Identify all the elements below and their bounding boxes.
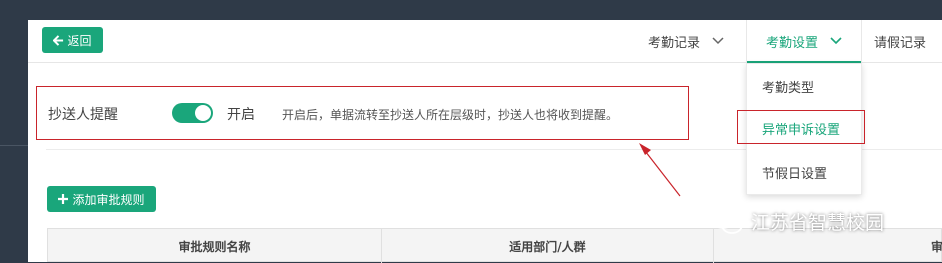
toggle-state-text: 开启 <box>227 107 255 123</box>
wechat-icon <box>711 209 743 234</box>
add-approval-rule-button[interactable]: 添加审批规则 <box>47 186 156 212</box>
divider-line <box>0 145 28 146</box>
tab-attendance-settings-label: 考勤设置 <box>765 35 818 51</box>
menu-item-attendance-type[interactable]: 考勤类型 <box>747 71 861 101</box>
menu-item-label: 考勤类型 <box>762 80 815 96</box>
chevron-down-icon <box>830 37 842 45</box>
tab-attendance-settings[interactable]: 考勤设置 <box>746 20 862 63</box>
add-approval-rule-label: 添加审批规则 <box>72 192 145 207</box>
highlight-box <box>737 110 865 144</box>
reminder-toggle[interactable] <box>172 103 213 123</box>
tab-attendance-records[interactable]: 考勤记录 <box>648 20 724 62</box>
top-nav-bar: 返回 考勤记录 考勤设置 请假记录 <box>28 20 942 63</box>
tab-leave-records[interactable]: 请假记录 <box>874 20 926 62</box>
column-header: 审批规则名称 <box>48 229 382 263</box>
menu-item-holiday-settings[interactable]: 节假日设置 <box>747 157 861 187</box>
reminder-setting-box: 抄送人提醒 开启 开启后，单据流转至抄送人所在层级时，抄送人也将收到提醒。 <box>36 86 689 140</box>
chevron-down-icon <box>712 37 724 45</box>
toggle-knob <box>195 105 211 121</box>
arrow-left-icon <box>53 34 64 46</box>
back-button[interactable]: 返回 <box>42 27 103 53</box>
watermark-text: 江苏省智慧校园 <box>751 211 885 234</box>
tab-attendance-records-label: 考勤记录 <box>648 35 701 51</box>
tab-leave-records-label: 请假记录 <box>874 35 927 51</box>
settings-dropdown-menu: 考勤类型 异常申诉设置 节假日设置 <box>737 63 865 195</box>
outer-background <box>0 0 28 262</box>
back-button-label: 返回 <box>67 33 92 48</box>
reminder-label: 抄送人提醒 <box>48 107 118 123</box>
menu-item-label: 节假日设置 <box>762 166 828 182</box>
plus-icon <box>58 194 69 204</box>
watermark: 江苏省智慧校园 <box>709 207 884 235</box>
reminder-description: 开启后，单据流转至抄送人所在层级时，抄送人也将收到提醒。 <box>282 108 619 122</box>
column-header: 适用部门/人群 <box>382 229 714 263</box>
